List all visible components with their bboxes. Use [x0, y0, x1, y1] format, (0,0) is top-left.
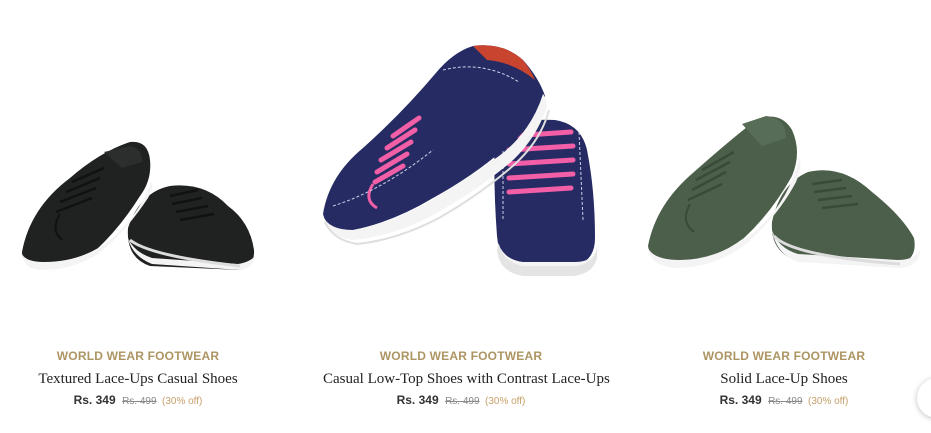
discount-label: (30% off)	[808, 396, 849, 407]
product-image[interactable]	[646, 0, 922, 330]
product-grid: WORLD WEAR FOOTWEAR Textured Lace-Ups Ca…	[0, 0, 931, 433]
product-title[interactable]: Casual Low-Top Shoes with Contrast Lace-…	[323, 369, 610, 389]
original-price: Rs. 499	[445, 396, 480, 407]
product-title[interactable]: Textured Lace-Ups Casual Shoes	[0, 369, 276, 389]
brand-name: WORLD WEAR FOOTWEAR	[379, 349, 543, 363]
product-card[interactable]: WORLD WEAR FOOTWEAR Solid Lace-Up Shoes …	[646, 0, 922, 433]
discount-label: (30% off)	[485, 396, 526, 407]
product-info: WORLD WEAR FOOTWEAR Solid Lace-Up Shoes …	[646, 348, 922, 410]
price-row: Rs. 349 Rs. 499 (30% off)	[323, 392, 599, 410]
product-image[interactable]	[0, 0, 276, 330]
product-image[interactable]	[323, 0, 599, 330]
product-card[interactable]: WORLD WEAR FOOTWEAR Textured Lace-Ups Ca…	[0, 0, 276, 433]
product-info: WORLD WEAR FOOTWEAR Textured Lace-Ups Ca…	[0, 348, 276, 410]
product-title[interactable]: Solid Lace-Up Shoes	[646, 369, 922, 389]
sale-price: Rs. 349	[719, 393, 762, 407]
discount-label: (30% off)	[162, 396, 203, 407]
original-price: Rs. 499	[768, 396, 803, 407]
navy-sneakers-image	[323, 45, 599, 276]
product-info: WORLD WEAR FOOTWEAR Casual Low-Top Shoes…	[323, 348, 610, 410]
black-sneakers-image	[22, 141, 255, 270]
original-price: Rs. 499	[122, 396, 157, 407]
green-sneakers-image	[648, 116, 920, 268]
product-card[interactable]: WORLD WEAR FOOTWEAR Casual Low-Top Shoes…	[323, 0, 610, 433]
price-row: Rs. 349 Rs. 499 (30% off)	[646, 392, 922, 410]
brand-name: WORLD WEAR FOOTWEAR	[702, 349, 866, 363]
sale-price: Rs. 349	[73, 393, 116, 407]
brand-name: WORLD WEAR FOOTWEAR	[56, 349, 220, 363]
sale-price: Rs. 349	[396, 393, 439, 407]
price-row: Rs. 349 Rs. 499 (30% off)	[0, 392, 276, 410]
